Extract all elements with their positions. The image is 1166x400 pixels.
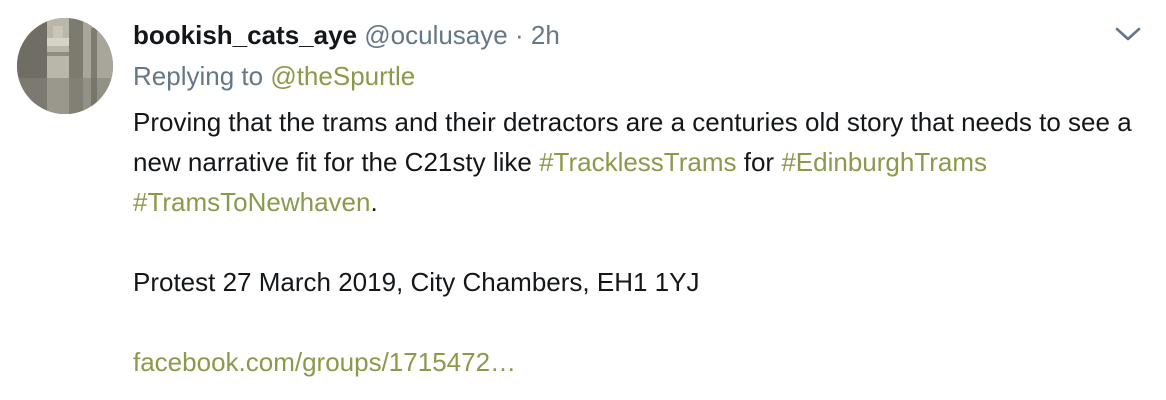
tweet-link-row: facebook.com/groups/1715472…: [133, 342, 1163, 382]
tweet-paragraph-main: Proving that the trams and their detract…: [133, 102, 1163, 222]
hashtag-tramstonewhaven[interactable]: #TramsToNewhaven: [133, 187, 370, 217]
avatar[interactable]: [17, 18, 113, 114]
hashtag-tracklesstrams[interactable]: #TracklessTrams: [539, 147, 736, 177]
avatar-image: [17, 18, 113, 114]
separator-dot: ·: [514, 20, 524, 50]
tweet-content: bookish_cats_aye @oculusaye · 2h Replyin…: [133, 14, 1153, 382]
replying-to-label: Replying to: [133, 61, 264, 91]
replying-to-handle-link[interactable]: @theSpurtle: [270, 61, 415, 91]
tweet-text-part-2: for: [743, 147, 775, 177]
tweet-timestamp[interactable]: 2h: [531, 20, 560, 50]
tweet: bookish_cats_aye @oculusaye · 2h Replyin…: [0, 0, 1166, 400]
protest-line: Protest 27 March 2019, City Chambers, EH…: [133, 267, 700, 297]
display-name[interactable]: bookish_cats_aye: [133, 20, 357, 50]
chevron-down-icon[interactable]: [1114, 24, 1142, 44]
replying-to: Replying to @theSpurtle: [133, 56, 1153, 96]
user-handle[interactable]: @oculusaye: [364, 20, 507, 50]
tweet-text-part-3: .: [370, 187, 378, 217]
hashtag-edinburghtrams[interactable]: #EdinburghTrams: [781, 147, 987, 177]
tweet-header: bookish_cats_aye @oculusaye · 2h: [133, 14, 1153, 56]
facebook-link[interactable]: facebook.com/groups/1715472…: [133, 347, 516, 377]
tweet-text: Proving that the trams and their detract…: [133, 102, 1163, 382]
